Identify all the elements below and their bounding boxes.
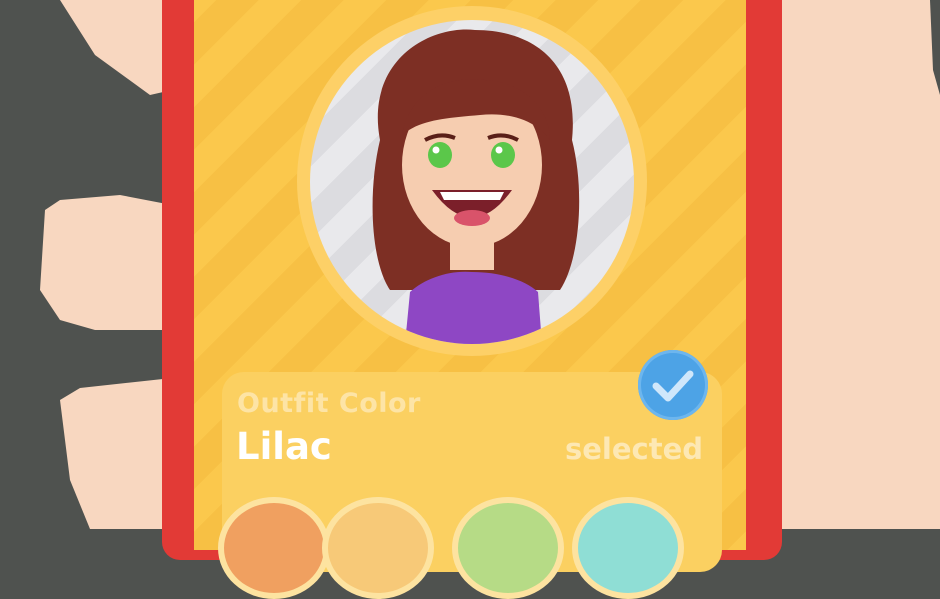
avatar-character <box>372 29 580 344</box>
thumb-left <box>60 0 172 95</box>
color-swatch[interactable] <box>452 497 564 599</box>
selected-color-name: Lilac <box>236 425 332 468</box>
eye-left <box>428 142 452 168</box>
selection-status: selected <box>565 432 704 466</box>
color-swatch[interactable] <box>322 497 434 599</box>
palm-right <box>775 0 940 529</box>
finger-left-2 <box>60 378 172 529</box>
color-swatch[interactable] <box>218 497 330 599</box>
tongue <box>454 210 490 226</box>
game-scene: Outfit Color Lilac selected <box>0 0 940 599</box>
eye-highlight-left <box>432 146 440 154</box>
color-swatch[interactable] <box>572 497 684 599</box>
teeth <box>440 192 504 200</box>
finger-left-1 <box>40 195 172 330</box>
avatar-portrait <box>310 20 634 344</box>
selected-badge <box>638 350 708 420</box>
eye-highlight-right <box>495 146 503 154</box>
eye-right <box>491 142 515 168</box>
checkmark-icon <box>652 370 694 402</box>
avatar-outfit <box>405 271 542 344</box>
category-label: Outfit Color <box>237 388 421 419</box>
